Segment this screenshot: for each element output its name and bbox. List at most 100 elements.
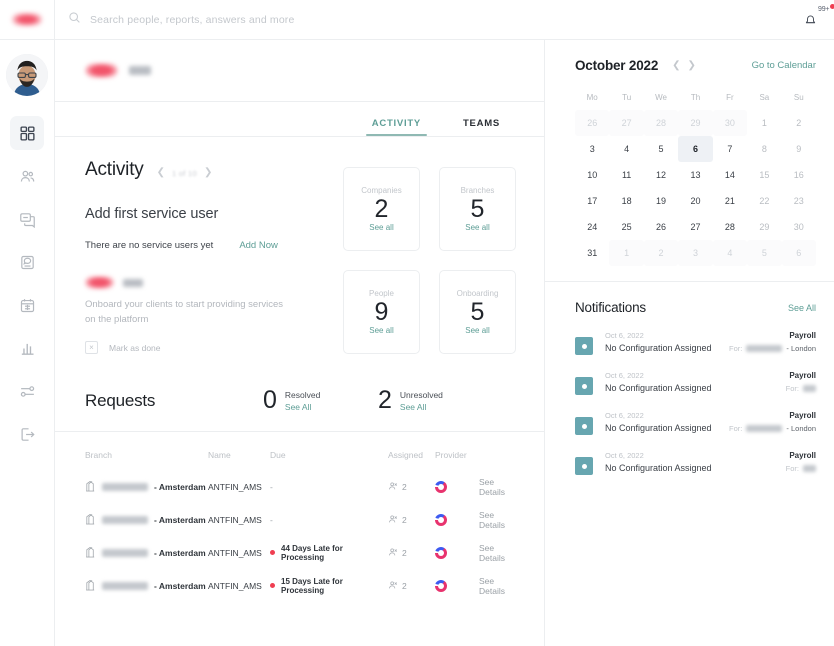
sidebar-item-settings[interactable] [10, 374, 44, 408]
calendar-day[interactable]: 7 [713, 136, 747, 162]
see-details-link[interactable]: See Details [479, 543, 522, 563]
right-panel: October 2022 ❮ ❯ Go to Calendar Mo Tu We… [545, 40, 834, 646]
calendar-day[interactable]: 27 [609, 110, 644, 136]
table-row[interactable]: - Amsterdam ANTFIN_AMS - 2 See Details [85, 470, 522, 503]
sidebar-item-people[interactable] [10, 159, 44, 193]
calendar-day[interactable]: 1 [747, 110, 781, 136]
calendar-day[interactable]: 24 [575, 214, 609, 240]
stat-card-onboarding[interactable]: Onboarding 5 See all [439, 270, 516, 355]
calendar-day[interactable]: 2 [643, 240, 679, 266]
search-input[interactable] [90, 13, 510, 26]
calendar-day[interactable]: 26 [575, 110, 610, 136]
calendar-day[interactable]: 20 [678, 188, 712, 214]
calendar-day[interactable]: 2 [782, 110, 816, 136]
calendar-day[interactable]: 29 [747, 214, 781, 240]
calendar-day[interactable]: 30 [782, 214, 816, 240]
calendar-day[interactable]: 23 [782, 188, 816, 214]
tab-activity[interactable]: ACTIVITY [365, 118, 428, 136]
calendar-day[interactable]: 31 [575, 240, 609, 266]
user-avatar[interactable] [6, 54, 48, 96]
chevron-right-icon[interactable]: ❯ [204, 168, 212, 178]
cell-branch: - Amsterdam [85, 513, 208, 527]
requests-unresolved-stat: 2 Unresolved See All [378, 388, 493, 413]
resolved-see-all-link[interactable]: See All [285, 402, 320, 412]
tab-teams[interactable]: TEAMS [463, 118, 500, 136]
see-details-link[interactable]: See Details [479, 477, 522, 497]
calendar-day[interactable]: 29 [678, 110, 713, 136]
calendar-day[interactable]: 14 [713, 162, 747, 188]
calendar-day[interactable]: 13 [678, 162, 712, 188]
calendar-day[interactable]: 19 [644, 188, 678, 214]
table-row[interactable]: - Amsterdam ANTFIN_AMS 15 Days Late for … [85, 569, 522, 602]
calendar-day[interactable]: 25 [609, 214, 643, 240]
calendar-day[interactable]: 5 [644, 136, 678, 162]
sidebar-item-calendar[interactable] [10, 288, 44, 322]
see-all-link[interactable]: See all [465, 326, 489, 335]
go-to-calendar-link[interactable]: Go to Calendar [752, 60, 816, 71]
notification-message: No Configuration Assigned [605, 423, 712, 433]
notifications-header: Notifications See All [575, 300, 816, 315]
calendar-day[interactable]: 16 [782, 162, 816, 188]
mark-as-done-checkbox[interactable]: × [85, 341, 98, 355]
chevron-right-icon[interactable]: ❯ [688, 60, 696, 71]
calendar-day[interactable]: 12 [644, 162, 678, 188]
day-of-week-label: Mo [586, 93, 598, 102]
calendar-day[interactable]: 9 [782, 136, 816, 162]
sidebar-item-logout[interactable] [10, 417, 44, 451]
see-all-link[interactable]: See all [369, 223, 393, 232]
stat-card-people[interactable]: People 9 See all [343, 270, 420, 355]
calendar-day[interactable]: 10 [575, 162, 609, 188]
cell-provider [435, 480, 479, 493]
sidebar-item-analytics[interactable] [10, 331, 44, 365]
stat-card-companies[interactable]: Companies 2 See all [343, 167, 420, 251]
search-bar[interactable] [55, 11, 804, 29]
main-content: ACTIVITY TEAMS Activity ❮ 1 of 10 ❯ Add … [55, 40, 545, 646]
table-row[interactable]: - Amsterdam ANTFIN_AMS - 2 See Details [85, 503, 522, 536]
sidebar-item-inbox[interactable] [10, 245, 44, 279]
calendar-day[interactable]: 3 [678, 240, 713, 266]
notification-item[interactable]: Oct 6, 2022 Payroll No Configuration Ass… [575, 411, 816, 435]
chevron-left-icon[interactable]: ❮ [672, 60, 680, 71]
calendar-day[interactable]: 4 [712, 240, 748, 266]
notifications-bell-button[interactable]: 99+ [804, 3, 834, 27]
calendar-day[interactable]: 28 [643, 110, 679, 136]
calendar-day[interactable]: 30 [712, 110, 748, 136]
due-text: 15 Days Late for Processing [281, 576, 343, 595]
see-all-link[interactable]: See all [369, 326, 393, 335]
calendar-day[interactable]: 21 [713, 188, 747, 214]
see-all-link[interactable]: See all [465, 223, 489, 232]
cell-provider [435, 513, 479, 526]
calendar-day[interactable]: 5 [747, 240, 782, 266]
table-row[interactable]: - Amsterdam ANTFIN_AMS 44 Days Late for … [85, 536, 522, 569]
calendar-day[interactable]: 17 [575, 188, 609, 214]
see-details-link[interactable]: See Details [479, 510, 522, 530]
calendar-day[interactable]: 11 [609, 162, 643, 188]
calendar-header: October 2022 ❮ ❯ Go to Calendar [575, 58, 816, 73]
notification-item[interactable]: Oct 6, 2022 Payroll No Configuration Ass… [575, 371, 816, 395]
stat-card-branches[interactable]: Branches 5 See all [439, 167, 516, 251]
calendar-day[interactable]: 18 [609, 188, 643, 214]
calendar-day[interactable]: 6 [781, 240, 816, 266]
sidebar-item-dashboard[interactable] [10, 116, 44, 150]
brand-logo-cell[interactable] [0, 0, 55, 40]
sidebar-item-messages[interactable] [10, 202, 44, 236]
see-details-link[interactable]: See Details [479, 576, 522, 596]
calendar-day[interactable]: 3 [575, 136, 609, 162]
building-icon [85, 513, 96, 527]
notification-item[interactable]: Oct 6, 2022 Payroll No Configuration Ass… [575, 451, 816, 475]
requests-title: Requests [85, 390, 156, 410]
notification-item[interactable]: Oct 6, 2022 Payroll No Configuration Ass… [575, 331, 816, 355]
notifications-see-all-link[interactable]: See All [788, 303, 816, 313]
calendar-day[interactable]: 27 [678, 214, 712, 240]
calendar-day[interactable]: 22 [747, 188, 781, 214]
calendar-day[interactable]: 28 [713, 214, 747, 240]
calendar-day-today[interactable]: 6 [678, 136, 713, 162]
calendar-day[interactable]: 1 [609, 240, 644, 266]
add-now-button[interactable]: Add Now [239, 240, 278, 251]
calendar-day[interactable]: 8 [747, 136, 781, 162]
calendar-day[interactable]: 26 [644, 214, 678, 240]
calendar-day[interactable]: 4 [609, 136, 643, 162]
chevron-left-icon[interactable]: ❮ [157, 168, 165, 178]
calendar-day[interactable]: 15 [747, 162, 781, 188]
unresolved-see-all-link[interactable]: See All [400, 402, 443, 412]
